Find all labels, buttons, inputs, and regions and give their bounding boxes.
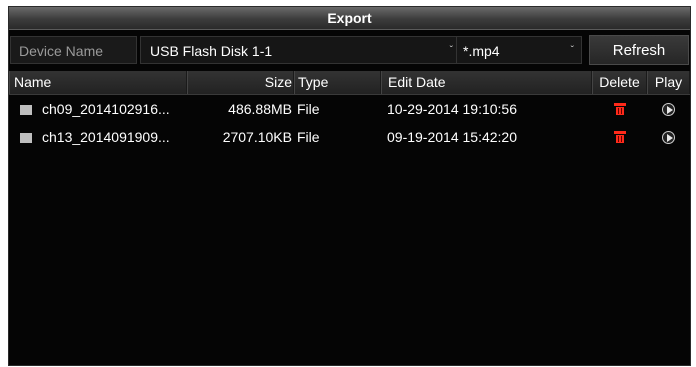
file-size: 2707.10KB bbox=[222, 129, 292, 145]
table-row[interactable]: ch09_2014102916... 486.88MB File 10-29-2… bbox=[9, 95, 690, 123]
file-name: ch09_2014102916... bbox=[42, 101, 170, 117]
toolbar: Device Name USB Flash Disk 1-1 ˇ *.mp4 ˇ… bbox=[9, 34, 690, 66]
refresh-button[interactable]: Refresh bbox=[589, 35, 689, 65]
column-header-size[interactable]: Size bbox=[187, 71, 294, 94]
file-type: File bbox=[297, 101, 320, 117]
file-table: Name Size Type Edit Date Delete Play ch0… bbox=[9, 71, 690, 365]
file-icon bbox=[20, 133, 32, 143]
play-icon bbox=[662, 131, 675, 144]
file-type-value: *.mp4 bbox=[463, 43, 500, 59]
file-name: ch13_2014091909... bbox=[42, 129, 170, 145]
device-select[interactable]: USB Flash Disk 1-1 ˇ bbox=[140, 36, 461, 64]
file-icon bbox=[20, 105, 32, 115]
play-button[interactable] bbox=[647, 123, 690, 151]
column-header-delete: Delete bbox=[592, 71, 647, 94]
file-size: 486.88MB bbox=[228, 101, 292, 117]
play-icon bbox=[662, 103, 675, 116]
chevron-down-icon: ˇ bbox=[449, 45, 453, 56]
file-type-select[interactable]: *.mp4 ˇ bbox=[456, 36, 582, 64]
device-select-value: USB Flash Disk 1-1 bbox=[150, 43, 273, 59]
file-name-cell: ch09_2014102916... bbox=[9, 95, 187, 123]
export-dialog: Export Device Name USB Flash Disk 1-1 ˇ … bbox=[8, 6, 691, 366]
column-header-play: Play bbox=[647, 71, 690, 94]
file-edit-date: 10-29-2014 19:10:56 bbox=[387, 101, 517, 117]
delete-button[interactable] bbox=[592, 123, 647, 151]
play-button[interactable] bbox=[647, 95, 690, 123]
column-header-type[interactable]: Type bbox=[294, 71, 381, 94]
file-edit-date: 09-19-2014 15:42:20 bbox=[387, 129, 517, 145]
device-name-label: Device Name bbox=[10, 36, 137, 64]
file-type: File bbox=[297, 129, 320, 145]
column-header-edit-date[interactable]: Edit Date bbox=[381, 71, 592, 94]
table-header: Name Size Type Edit Date Delete Play bbox=[9, 71, 690, 95]
trash-icon bbox=[613, 103, 626, 115]
trash-icon bbox=[613, 131, 626, 143]
file-name-cell: ch13_2014091909... bbox=[9, 123, 187, 151]
delete-button[interactable] bbox=[592, 95, 647, 123]
dialog-title: Export bbox=[9, 7, 690, 30]
chevron-down-icon: ˇ bbox=[570, 45, 574, 56]
column-header-name[interactable]: Name bbox=[9, 71, 187, 94]
table-row[interactable]: ch13_2014091909... 2707.10KB File 09-19-… bbox=[9, 123, 690, 151]
